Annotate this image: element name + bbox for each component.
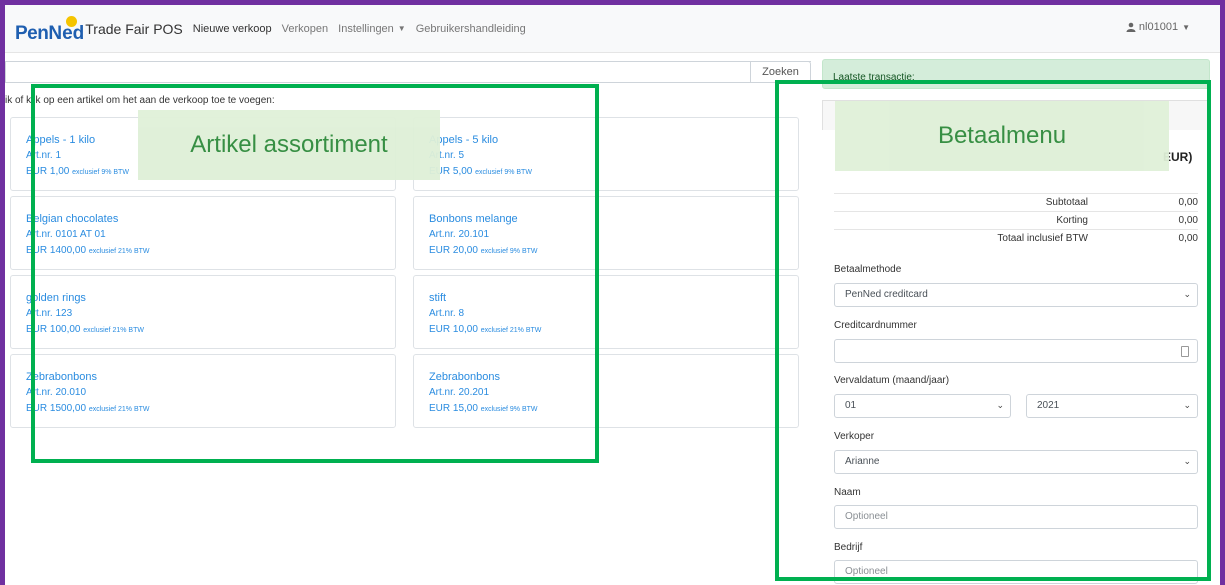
- product-price: EUR 1500,00: [26, 403, 87, 414]
- seller-label: Verkoper: [834, 431, 875, 442]
- subtotal-row: Subtotaal 0,00: [834, 193, 1198, 211]
- cc-number-input[interactable]: [834, 339, 1198, 363]
- search-input[interactable]: [5, 61, 811, 83]
- product-card[interactable]: stift Art.nr. 8 EUR 10,00 exclusief 21% …: [413, 275, 799, 349]
- penned-logo[interactable]: Pen Ned: [15, 15, 84, 44]
- product-name: stift: [429, 292, 447, 304]
- product-card[interactable]: Zebrabonbons Art.nr. 20.010 EUR 1500,00 …: [10, 354, 396, 428]
- discount-value: 0,00: [1178, 215, 1198, 226]
- total-row: Totaal inclusief BTW 0,00: [834, 229, 1198, 247]
- name-placeholder: Optioneel: [845, 511, 888, 522]
- nav-gebruikershandleiding[interactable]: Gebruikershandleiding: [416, 23, 526, 35]
- nav-instellingen[interactable]: Instellingen ▼: [338, 23, 406, 35]
- product-price-line: EUR 100,00 exclusief 21% BTW: [26, 322, 395, 339]
- product-price-line: EUR 5,00 exclusief 9% BTW: [429, 164, 798, 181]
- seller-select[interactable]: Arianne ⌄: [834, 450, 1198, 474]
- product-vat: exclusief 9% BTW: [480, 406, 538, 413]
- product-vat: exclusief 21% BTW: [88, 248, 150, 255]
- expiry-label: Vervaldatum (maand/jaar): [834, 375, 950, 386]
- name-label: Naam: [834, 487, 861, 498]
- product-price: EUR 15,00: [429, 403, 478, 414]
- user-icon: [1126, 22, 1136, 32]
- product-price: EUR 20,00: [429, 245, 478, 256]
- annotation-label-assortment: Artikel assortiment: [138, 110, 440, 180]
- payment-method-label: Betaalmethode: [834, 264, 902, 275]
- product-price-line: EUR 20,00 exclusief 9% BTW: [429, 243, 798, 260]
- caret-down-icon: ▼: [397, 24, 406, 34]
- search-button[interactable]: Zoeken: [750, 61, 811, 83]
- logo-ned: Ned: [48, 22, 85, 44]
- product-price: EUR 10,00: [429, 324, 478, 335]
- product-artnr: Art.nr. 5: [429, 150, 465, 161]
- product-artnr: Art.nr. 20.201: [429, 387, 490, 398]
- last-transaction-alert: Laatste transactie:: [822, 59, 1210, 89]
- product-price-line: EUR 1500,00 exclusief 21% BTW: [26, 401, 395, 418]
- payment-method-value: PenNed creditcard: [845, 289, 928, 300]
- company-label: Bedrijf: [834, 542, 863, 553]
- product-card[interactable]: Appels - 5 kilo Art.nr. 5 EUR 5,00 exclu…: [413, 117, 799, 191]
- product-price: EUR 100,00: [26, 324, 81, 335]
- total-value: 0,00: [1178, 233, 1198, 244]
- product-card[interactable]: Zebrabonbons Art.nr. 20.201 EUR 15,00 ex…: [413, 354, 799, 428]
- product-price-line: EUR 1400,00 exclusief 21% BTW: [26, 243, 395, 260]
- navbar: Pen Ned Trade Fair POS Nieuwe verkoop Ve…: [5, 5, 1220, 53]
- product-name: Zebrabonbons: [429, 371, 500, 383]
- product-vat: exclusief 9% BTW: [475, 169, 532, 176]
- product-vat: exclusief 21% BTW: [88, 406, 150, 413]
- chevron-down-icon: ⌄: [1183, 289, 1191, 299]
- expiry-year-select[interactable]: 2021 ⌄: [1026, 394, 1198, 418]
- product-name: Belgian chocolates: [26, 213, 119, 225]
- user-name: nl01001: [1138, 21, 1179, 33]
- product-name: Zebrabonbons: [26, 371, 97, 383]
- product-price: EUR 1400,00: [26, 245, 87, 256]
- product-vat: exclusief 9% BTW: [72, 169, 129, 176]
- instruction-text: ik of klik op een artikel om het aan de …: [5, 95, 275, 106]
- company-placeholder: Optioneel: [845, 566, 888, 577]
- product-card[interactable]: Bonbons melange Art.nr. 20.101 EUR 20,00…: [413, 196, 799, 270]
- card-icon: [1181, 346, 1189, 357]
- name-input[interactable]: Optioneel: [834, 505, 1198, 529]
- total-label: Totaal inclusief BTW: [997, 233, 1088, 244]
- annotation-label-payment: Betaalmenu: [835, 101, 1169, 171]
- product-card[interactable]: Belgian chocolates Art.nr. 0101 AT 01 EU…: [10, 196, 396, 270]
- product-vat: exclusief 21% BTW: [83, 327, 144, 334]
- cc-number-label: Creditcardnummer: [834, 320, 917, 331]
- smiley-icon: [66, 15, 78, 27]
- discount-row: Korting 0,00: [834, 211, 1198, 229]
- payment-method-select[interactable]: PenNed creditcard ⌄: [834, 283, 1198, 307]
- product-vat: exclusief 9% BTW: [480, 248, 538, 255]
- product-card[interactable]: golden rings Art.nr. 123 EUR 100,00 excl…: [10, 275, 396, 349]
- product-name: Bonbons melange: [429, 213, 518, 225]
- nav-instellingen-label: Instellingen: [338, 22, 394, 35]
- brand-title[interactable]: Trade Fair POS: [85, 21, 183, 37]
- expiry-year-value: 2021: [1037, 400, 1060, 411]
- chevron-down-icon: ⌄: [996, 400, 1004, 410]
- product-price: EUR 1,00: [26, 166, 70, 177]
- product-vat: exclusief 21% BTW: [480, 327, 542, 334]
- product-price-line: EUR 10,00 exclusief 21% BTW: [429, 322, 798, 339]
- product-artnr: Art.nr. 0101 AT 01: [26, 229, 106, 240]
- nav-nieuwe-verkoop[interactable]: Nieuwe verkoop: [193, 23, 272, 35]
- company-input[interactable]: Optioneel: [834, 560, 1198, 584]
- expiry-month-value: 01: [845, 400, 857, 411]
- discount-label: Korting: [1056, 215, 1088, 226]
- subtotal-label: Subtotaal: [1045, 197, 1088, 208]
- product-name: golden rings: [26, 292, 86, 304]
- caret-down-icon: ▼: [1182, 22, 1190, 32]
- product-artnr: Art.nr. 20.010: [26, 387, 87, 398]
- user-menu[interactable]: nl01001 ▼: [1126, 21, 1190, 33]
- expiry-month-select[interactable]: 01 ⌄: [834, 394, 1011, 418]
- chevron-down-icon: ⌄: [1183, 456, 1191, 466]
- seller-value: Arianne: [845, 456, 880, 467]
- nav-verkopen[interactable]: Verkopen: [282, 23, 328, 35]
- product-name: Appels - 5 kilo: [429, 134, 499, 146]
- logo-pen: Pen: [15, 22, 49, 44]
- product-artnr: Art.nr. 20.101: [429, 229, 490, 240]
- subtotal-value: 0,00: [1178, 197, 1198, 208]
- product-artnr: Art.nr. 123: [26, 308, 73, 319]
- product-artnr: Art.nr. 8: [429, 308, 465, 319]
- product-price-line: EUR 15,00 exclusief 9% BTW: [429, 401, 798, 418]
- chevron-down-icon: ⌄: [1183, 400, 1191, 410]
